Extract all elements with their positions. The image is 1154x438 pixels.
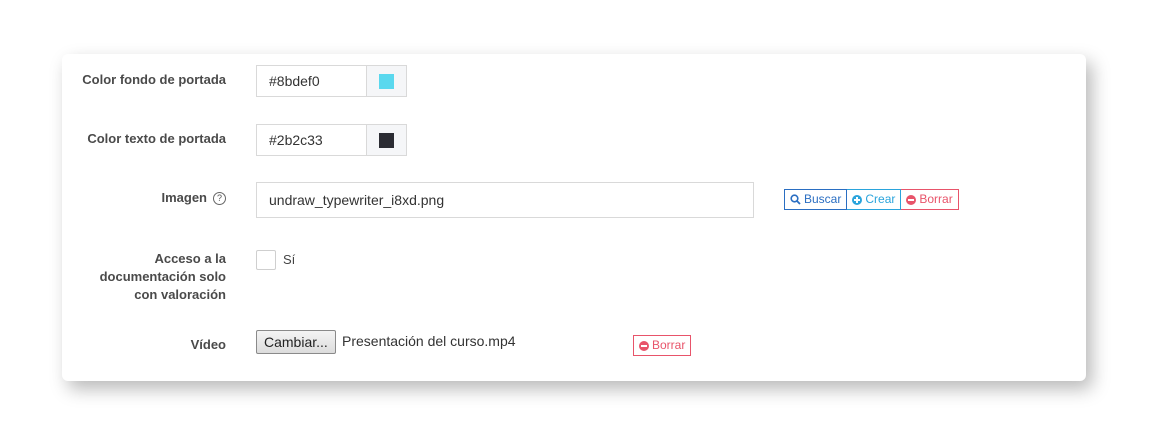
search-icon xyxy=(790,194,801,205)
delete-video-button[interactable]: Borrar xyxy=(633,335,692,356)
change-file-button[interactable]: Cambiar... xyxy=(256,330,336,354)
video-label: Vídeo xyxy=(190,337,226,352)
form-panel: Color fondo de portada #8bdef0 Color tex… xyxy=(62,54,1086,381)
access-label-line1: Acceso a la xyxy=(154,251,226,266)
question-circle-icon[interactable]: ? xyxy=(213,192,226,205)
image-actions: Buscar Crear Borrar xyxy=(784,189,959,210)
video-file-name: Presentación del curso.mp4 xyxy=(342,333,516,349)
text-color-picker[interactable] xyxy=(366,124,407,156)
image-label-text: Imagen xyxy=(161,190,207,205)
plus-circle-icon xyxy=(852,194,863,205)
access-label: Acceso a la documentación solo con valor… xyxy=(100,250,226,304)
bg-color-swatch xyxy=(379,74,394,89)
access-checkbox[interactable] xyxy=(256,250,276,270)
image-label: Imagen? xyxy=(161,189,226,207)
search-button[interactable]: Buscar xyxy=(784,189,848,210)
search-button-label: Buscar xyxy=(804,192,842,206)
access-checkbox-label[interactable]: Sí xyxy=(283,252,295,267)
create-button[interactable]: Crear xyxy=(847,189,902,210)
bg-color-label: Color fondo de portada xyxy=(82,72,226,87)
delete-image-button[interactable]: Borrar xyxy=(901,189,959,210)
minus-circle-icon xyxy=(639,340,649,351)
text-color-label: Color texto de portada xyxy=(87,131,226,146)
delete-video-button-label: Borrar xyxy=(652,338,686,352)
bg-color-input[interactable]: #8bdef0 xyxy=(256,65,367,97)
text-color-swatch xyxy=(379,133,394,148)
image-input[interactable]: undraw_typewriter_i8xd.png xyxy=(256,182,754,218)
delete-image-button-label: Borrar xyxy=(919,192,953,206)
bg-color-picker[interactable] xyxy=(366,65,407,97)
text-color-input[interactable]: #2b2c33 xyxy=(256,124,367,156)
minus-circle-icon xyxy=(906,194,917,205)
access-label-line3: con valoración xyxy=(134,287,226,302)
access-label-line2: documentación solo xyxy=(99,269,226,284)
create-button-label: Crear xyxy=(865,192,896,206)
